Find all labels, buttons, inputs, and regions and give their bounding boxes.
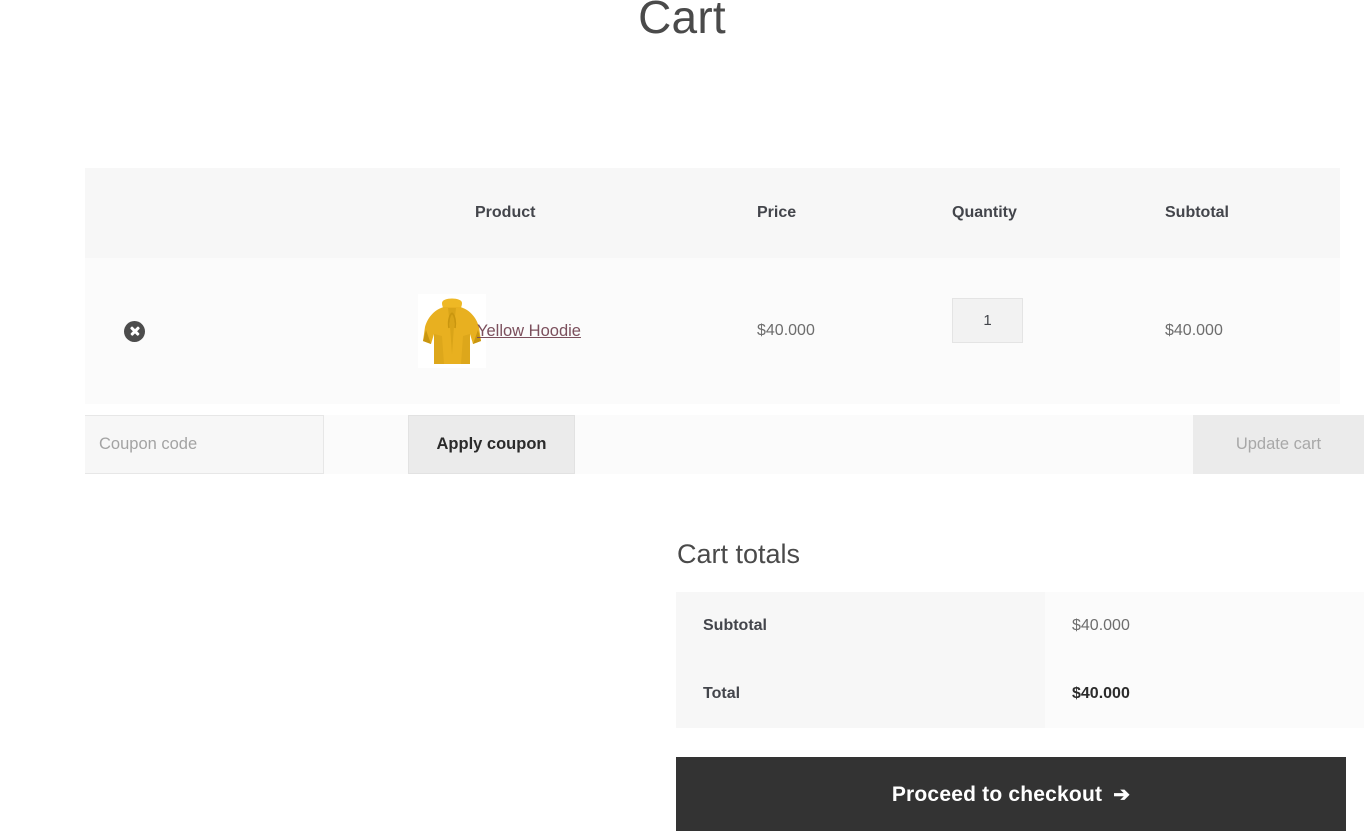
coupon-code-input[interactable] — [85, 415, 324, 474]
row-subtotal-cell: $40.000 — [1165, 322, 1223, 339]
cart-table-head: Product Price Quantity Subtotal — [85, 168, 1340, 258]
totals-row-subtotal: Subtotal $40.000 — [676, 592, 1364, 661]
apply-coupon-button[interactable]: Apply coupon — [408, 415, 575, 474]
remove-circle-x-icon[interactable] — [124, 320, 145, 342]
cart-table-header-row: Product Price Quantity Subtotal — [85, 168, 1340, 258]
thumbnail-cell — [195, 258, 486, 404]
totals-row-total: Total $40.000 — [676, 660, 1364, 729]
totals-label-total: Total — [676, 660, 1045, 729]
proceed-to-checkout-button[interactable]: Proceed to checkout ➔ — [676, 757, 1346, 832]
price-cell: $40.000 — [757, 322, 815, 339]
cart-totals-table: Subtotal $40.000 Total $40.000 — [676, 592, 1364, 729]
header-product: Product — [475, 204, 536, 221]
cart-totals-section: Cart totals Subtotal $40.000 Total $40.0… — [676, 538, 1364, 832]
header-subtotal: Subtotal — [1165, 204, 1229, 221]
header-thumbnail — [195, 168, 475, 258]
page-title: Cart — [638, 0, 726, 43]
product-link[interactable]: Yellow Hoodie — [477, 322, 581, 340]
product-name-cell: Yellow Hoodie — [475, 258, 757, 404]
cart-table: Product Price Quantity Subtotal Yellow H… — [85, 168, 1340, 404]
totals-value-subtotal: $40.000 — [1045, 592, 1364, 661]
table-row: Yellow Hoodie $40.000 $40.000 — [85, 258, 1340, 404]
arrow-right-icon: ➔ — [1113, 783, 1131, 806]
cart-actions-row: Apply coupon Update cart — [85, 415, 1364, 474]
quantity-cell — [952, 258, 1165, 404]
cart-table-body: Yellow Hoodie $40.000 $40.000 — [85, 258, 1340, 404]
update-cart-button[interactable]: Update cart — [1193, 415, 1364, 474]
header-remove — [85, 168, 195, 258]
remove-cell — [85, 258, 195, 404]
totals-label-subtotal: Subtotal — [676, 592, 1045, 661]
header-price: Price — [757, 204, 797, 221]
totals-value-total: $40.000 — [1045, 660, 1364, 729]
quantity-input[interactable] — [952, 297, 1023, 343]
checkout-button-label: Proceed to checkout — [891, 782, 1103, 806]
header-quantity: Quantity — [952, 204, 1017, 221]
cart-totals-heading: Cart totals — [677, 539, 801, 569]
yellow-hoodie-thumbnail-icon[interactable] — [418, 294, 486, 368]
